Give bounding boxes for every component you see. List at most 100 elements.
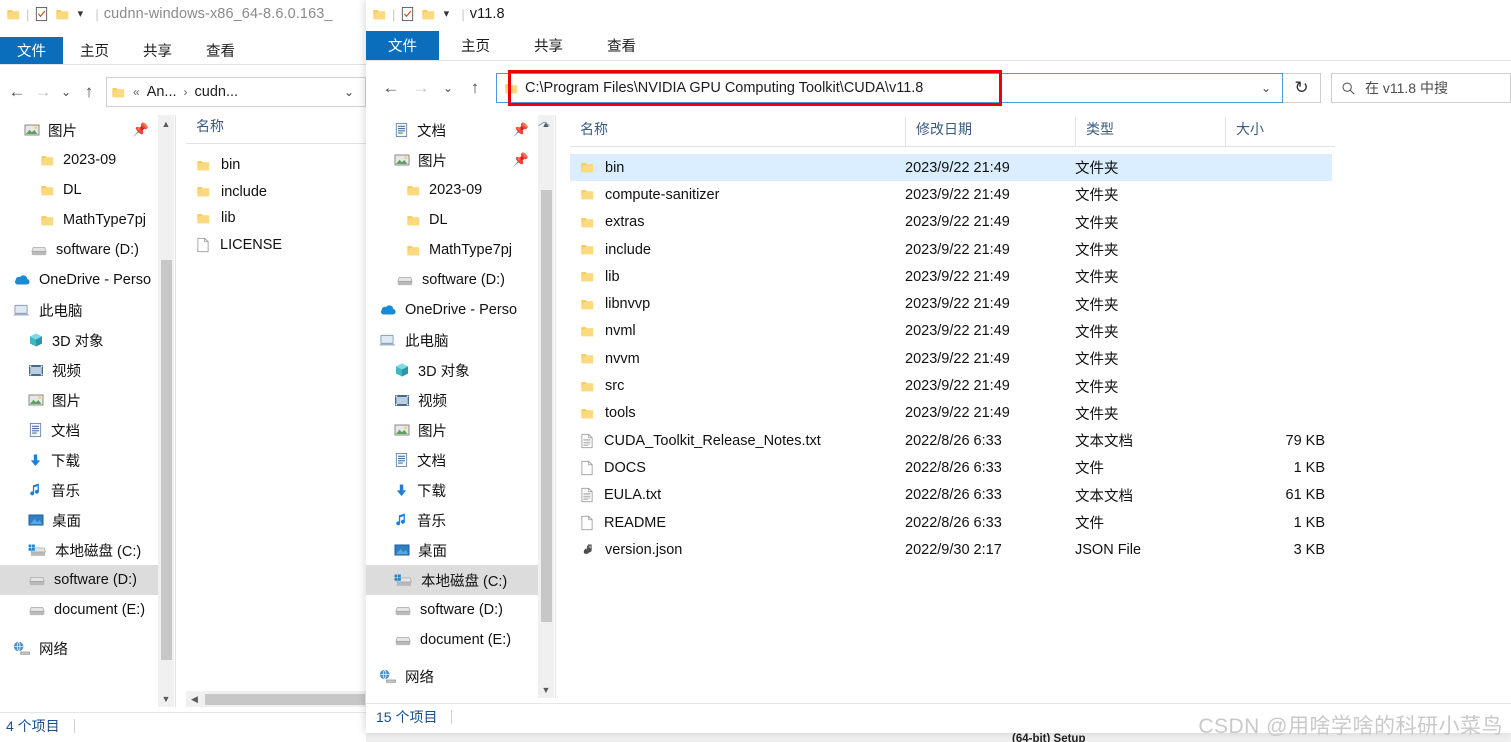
nav-item-documents[interactable]: 文档 — [366, 445, 538, 475]
back-navigation-pane[interactable]: 图片 📌 2023-09 DL MathType7pj software (D:… — [0, 115, 158, 707]
up-button[interactable]: ↑ — [76, 79, 102, 105]
table-row[interactable]: compute-sanitizer 2023/9/22 21:49 文件夹 — [570, 181, 1332, 208]
refresh-button[interactable]: ↻ — [1283, 73, 1321, 103]
table-row[interactable]: lib — [186, 205, 366, 232]
back-tab-view[interactable]: 查看 — [189, 37, 252, 64]
table-row[interactable]: include 2023/9/22 21:49 文件夹 — [570, 236, 1332, 263]
front-tab-view[interactable]: 查看 — [585, 31, 658, 60]
nav-item-onedrive[interactable]: OneDrive - Perso — [366, 295, 538, 325]
nav-item-pictures[interactable]: 图片 — [366, 415, 538, 445]
file-name-cell[interactable]: DOCS — [570, 460, 905, 476]
back-address-bar[interactable]: ← → ⌄ ↑ « An... › cudn... ⌄ — [0, 70, 366, 114]
nav-item-documents-pinned[interactable]: 文档 📌 — [366, 115, 538, 145]
scroll-track[interactable] — [538, 132, 554, 681]
nav-item-local-disk-c[interactable]: 本地磁盘 (C:) — [366, 565, 538, 595]
back-quick-access-toolbar[interactable]: | ▾ | — [0, 6, 104, 22]
table-row[interactable]: nvvm 2023/9/22 21:49 文件夹 — [570, 345, 1332, 372]
table-row[interactable]: bin — [186, 152, 366, 179]
back-tab-share[interactable]: 共享 — [126, 37, 189, 64]
nav-item-local-disk-c[interactable]: 本地磁盘 (C:) — [0, 535, 158, 565]
back-navpane-scrollbar[interactable]: ▲ ▼ — [158, 115, 174, 707]
back-column-headers[interactable]: 名称 — [186, 117, 366, 144]
scroll-thumb[interactable] — [160, 260, 172, 660]
nav-item-mathtype7pj[interactable]: MathType7pj — [366, 235, 538, 265]
back-ribbon-tabs[interactable]: 文件 主页 共享 查看 — [0, 37, 366, 65]
chevron-down-icon[interactable]: ▾ — [70, 8, 90, 20]
file-name-cell[interactable]: compute-sanitizer — [570, 187, 905, 203]
table-row[interactable]: extras 2023/9/22 21:49 文件夹 — [570, 209, 1332, 236]
new-folder-icon[interactable] — [55, 7, 70, 22]
nav-item-pictures-pinned[interactable]: 图片 📌 — [366, 145, 538, 175]
pin-icon[interactable]: 📌 — [513, 122, 538, 138]
file-name-cell[interactable]: src — [570, 378, 905, 394]
properties-icon[interactable] — [34, 6, 49, 22]
pin-icon[interactable]: 📌 — [133, 122, 158, 138]
front-navpane-scrollbar[interactable]: ▲ ▼ — [538, 115, 554, 698]
scroll-thumb[interactable] — [205, 693, 365, 705]
new-folder-icon[interactable] — [421, 7, 436, 22]
file-name-cell[interactable]: nvml — [570, 323, 905, 339]
front-tab-file[interactable]: 文件 — [366, 31, 439, 60]
file-name-cell[interactable]: bin — [186, 157, 366, 173]
file-name-cell[interactable]: lib — [186, 210, 366, 226]
nav-item-mathtype7pj[interactable]: MathType7pj — [0, 205, 158, 235]
file-name-cell[interactable]: EULA.txt — [570, 487, 905, 503]
table-row[interactable]: LICENSE — [186, 232, 366, 259]
address-value[interactable]: C:\Program Files\NVIDIA GPU Computing To… — [519, 80, 923, 96]
nav-item-pictures-pinned[interactable]: 图片 📌 — [0, 115, 158, 145]
file-name-cell[interactable]: include — [570, 242, 905, 258]
forward-button[interactable]: → — [406, 75, 436, 101]
back-explorer-window[interactable]: | ▾ | cudnn-windows-x86_64-8.6.0.163_ 文件… — [0, 0, 366, 742]
chevron-down-icon[interactable]: ▾ — [436, 8, 456, 20]
chevron-down-icon[interactable]: ⌄ — [337, 85, 361, 99]
column-header-date[interactable]: 修改日期 — [905, 117, 1075, 146]
nav-item-software-d-pinned[interactable]: software (D:) — [366, 265, 538, 295]
file-name-cell[interactable]: LICENSE — [186, 237, 366, 253]
nav-item-videos[interactable]: 视频 — [366, 385, 538, 415]
nav-item-2023-09[interactable]: 2023-09 — [366, 175, 538, 205]
back-tab-home[interactable]: 主页 — [63, 37, 126, 64]
file-name-cell[interactable]: CUDA_Toolkit_Release_Notes.txt — [570, 433, 905, 449]
scroll-track[interactable] — [158, 132, 174, 690]
file-name-cell[interactable]: nvvm — [570, 351, 905, 367]
front-tab-share[interactable]: 共享 — [512, 31, 585, 60]
back-horizontal-scrollbar[interactable]: ◀ — [186, 691, 366, 707]
breadcrumb[interactable]: « An... › cudn... — [126, 84, 238, 100]
file-name-cell[interactable]: include — [186, 184, 366, 200]
forward-button[interactable]: → — [30, 79, 56, 105]
nav-item-3d-objects[interactable]: 3D 对象 — [366, 355, 538, 385]
scroll-down-arrow[interactable]: ▼ — [538, 681, 554, 698]
front-column-headers[interactable]: 名称 修改日期 类型 大小 — [570, 117, 1335, 147]
front-window-titlebar[interactable]: | ▾ | v11.8 — [366, 0, 1511, 28]
recent-locations-icon[interactable]: ⌄ — [56, 79, 76, 105]
nav-item-videos[interactable]: 视频 — [0, 355, 158, 385]
table-row[interactable]: EULA.txt 2022/8/26 6:33 文本文档 61 KB — [570, 482, 1332, 509]
column-header-size[interactable]: 大小 — [1225, 117, 1335, 146]
breadcrumb-part-0[interactable]: An... — [147, 84, 177, 100]
breadcrumb-overflow[interactable]: « — [133, 85, 140, 99]
table-row[interactable]: lib 2023/9/22 21:49 文件夹 — [570, 263, 1332, 290]
front-tab-home[interactable]: 主页 — [439, 31, 512, 60]
file-name-cell[interactable]: bin — [570, 160, 905, 176]
front-address-bar-row[interactable]: ← → ⌄ ↑ C:\Program Files\NVIDIA GPU Comp… — [366, 66, 1511, 110]
back-breadcrumb-box[interactable]: « An... › cudn... ⌄ — [106, 77, 366, 107]
chevron-down-icon[interactable]: ⌄ — [1254, 81, 1278, 95]
front-file-list[interactable]: bin 2023/9/22 21:49 文件夹 compute-sanitize… — [570, 154, 1332, 563]
back-button[interactable]: ← — [376, 75, 406, 101]
nav-item-software-d[interactable]: software (D:) — [366, 595, 538, 625]
nav-item-desktop[interactable]: 桌面 — [366, 535, 538, 565]
column-header-name[interactable]: 名称 — [570, 117, 905, 146]
table-row[interactable]: include — [186, 179, 366, 206]
table-row[interactable]: DOCS 2022/8/26 6:33 文件 1 KB — [570, 454, 1332, 481]
nav-item-document-e[interactable]: document (E:) — [0, 595, 158, 625]
table-row[interactable]: bin 2023/9/22 21:49 文件夹 — [570, 154, 1332, 182]
scroll-left-arrow[interactable]: ◀ — [186, 691, 203, 707]
nav-item-this-pc[interactable]: 此电脑 — [0, 295, 158, 325]
breadcrumb-part-1[interactable]: cudn... — [195, 84, 239, 100]
table-row[interactable]: CUDA_Toolkit_Release_Notes.txt 2022/8/26… — [570, 427, 1332, 454]
file-name-cell[interactable]: lib — [570, 269, 905, 285]
nav-item-dl[interactable]: DL — [0, 175, 158, 205]
front-quick-access-toolbar[interactable]: | ▾ | — [366, 6, 470, 22]
scroll-up-arrow[interactable]: ▲ — [158, 115, 174, 132]
back-button[interactable]: ← — [4, 79, 30, 105]
